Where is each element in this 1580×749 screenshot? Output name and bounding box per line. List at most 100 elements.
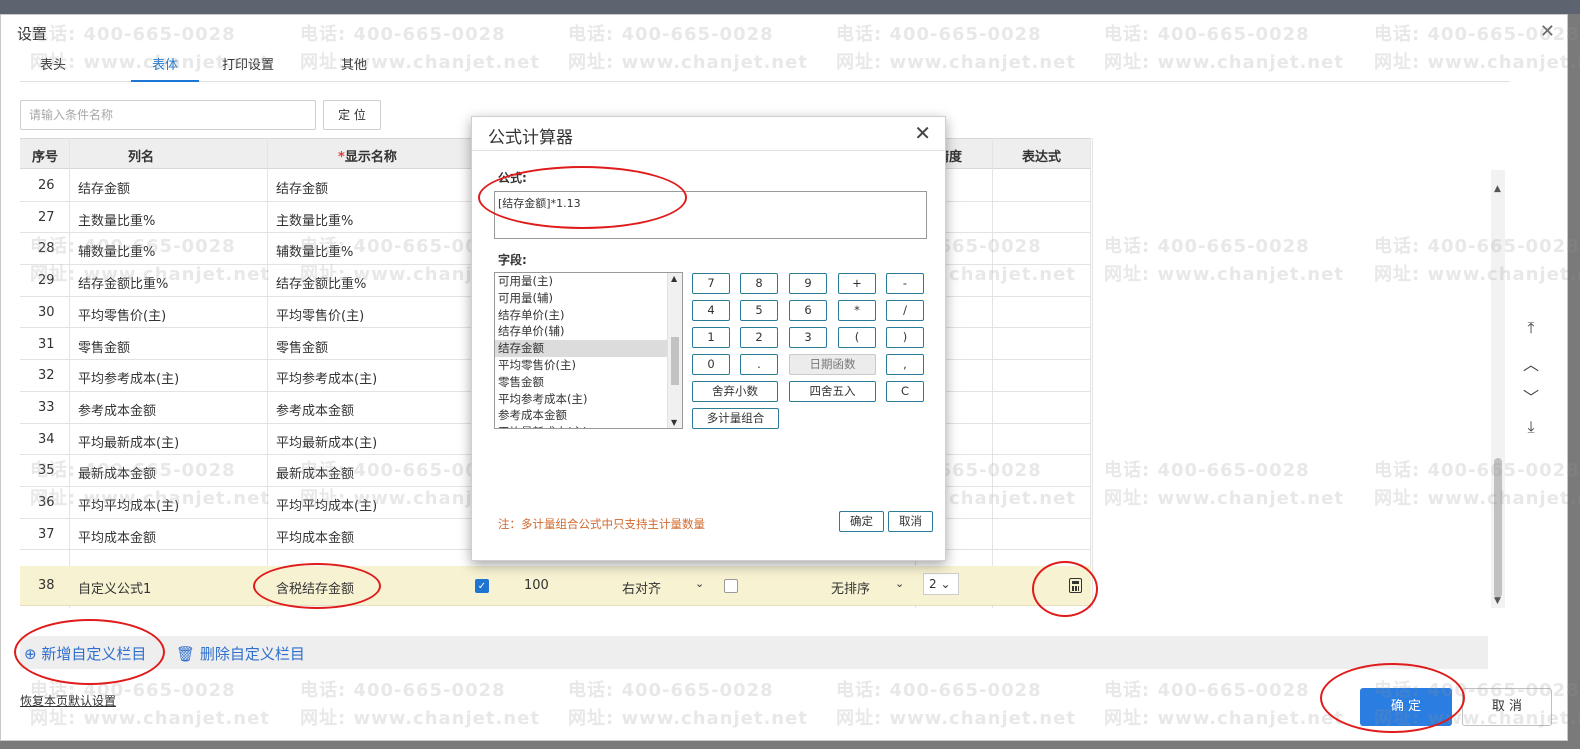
row-col-name: 结存金额比重% <box>78 277 169 293</box>
visible-checkbox[interactable]: ✓ <box>475 579 489 593</box>
header-display-name: 显示名称 <box>344 150 397 165</box>
row-display-name: 零售金额 <box>276 340 329 356</box>
row-display-name: 平均参考成本(主) <box>276 372 378 388</box>
chevron-down-icon: ⌄ <box>695 577 705 590</box>
field-list-item[interactable]: 结存金额 <box>495 340 667 357</box>
field-list-item[interactable]: 平均零售价(主) <box>495 357 667 374</box>
key-right-paren[interactable]: ) <box>886 327 924 348</box>
row-col-name: 平均最新成本(主) <box>78 435 180 451</box>
row-display-name: 辅数量比重% <box>276 245 354 261</box>
field-list-item[interactable]: 结存单价(主) <box>495 307 667 324</box>
restore-defaults-link[interactable]: 恢复本页默认设置 <box>20 692 116 709</box>
close-icon[interactable]: ✕ <box>1540 21 1555 42</box>
row-no: 38 <box>38 578 55 593</box>
ok-button[interactable]: 确 定 <box>1360 688 1452 726</box>
key-left-paren[interactable]: ( <box>838 327 876 348</box>
option-checkbox[interactable] <box>724 579 738 593</box>
header-no: 序号 <box>32 150 59 165</box>
field-list-item[interactable]: 平均参考成本(主) <box>495 391 667 408</box>
formula-note: 注：多计量组合公式中只支持主计量数量 <box>498 517 705 531</box>
listbox-scrollbar[interactable]: ▲ ▼ <box>667 273 682 428</box>
row-display-name: 平均最新成本(主) <box>276 435 378 451</box>
field-list-item[interactable]: 零售金额 <box>495 374 667 391</box>
add-custom-label: 新增自定义栏目 <box>41 645 147 663</box>
row-no: 29 <box>38 273 55 289</box>
formula-textarea[interactable]: [结存金额]*1.13 <box>494 191 927 239</box>
clear-button[interactable]: C <box>886 381 924 402</box>
fields-listbox[interactable]: 可用量(主) 可用量(辅) 结存单价(主) 结存单价(辅) 结存金额 平均零售价(主) 零售… <box>494 272 683 429</box>
move-up-icon[interactable]: ︿ <box>1516 351 1546 377</box>
grid-scrollbar[interactable]: ▲ ▼ <box>1491 170 1505 608</box>
delete-custom-column-button[interactable]: 🗑 删除自定义栏目 <box>176 643 305 664</box>
key-comma[interactable]: , <box>886 354 924 375</box>
truncate-decimal-button[interactable]: 舍弃小数 <box>692 381 778 402</box>
required-mark: * <box>338 150 345 165</box>
row-col-name: 主数量比重% <box>78 213 156 229</box>
key-4[interactable]: 4 <box>692 300 730 321</box>
key-minus[interactable]: - <box>886 273 924 294</box>
row-sort[interactable]: 无排序 <box>831 578 870 597</box>
row-no: 37 <box>38 526 55 542</box>
tab-other[interactable]: 其他 <box>341 54 367 73</box>
field-list-item[interactable]: 结存单价(辅) <box>495 323 667 340</box>
key-8[interactable]: 8 <box>740 273 778 294</box>
round-button[interactable]: 四舍五入 <box>789 381 876 402</box>
row-col-name: 平均成本金额 <box>78 530 157 546</box>
key-5[interactable]: 5 <box>740 300 778 321</box>
key-7[interactable]: 7 <box>692 273 730 294</box>
key-9[interactable]: 9 <box>789 273 827 294</box>
scroll-down-icon[interactable]: ▼ <box>671 418 677 427</box>
tab-print-settings[interactable]: 打印设置 <box>222 54 274 73</box>
precision-select[interactable]: 2 ⌄ <box>923 573 959 595</box>
row-align[interactable]: 右对齐 <box>622 578 661 597</box>
key-dot[interactable]: . <box>740 354 778 375</box>
fields-label: 字段: <box>498 253 527 267</box>
formula-ok-button[interactable]: 确定 <box>839 511 884 532</box>
row-col-name: 自定义公式1 <box>78 582 152 597</box>
formula-cancel-button[interactable]: 取消 <box>888 511 933 532</box>
move-top-icon[interactable]: ⤒ <box>1516 318 1546 344</box>
field-list-item[interactable]: 可用量(主) <box>495 273 667 290</box>
date-function-button[interactable]: 日期函数 <box>789 354 876 375</box>
row-no: 27 <box>38 209 55 225</box>
search-input[interactable] <box>20 100 316 130</box>
scroll-down-icon[interactable]: ▼ <box>1494 596 1501 606</box>
move-bottom-icon[interactable]: ⤓ <box>1516 417 1546 443</box>
multi-unit-combo-button[interactable]: 多计量组合 <box>692 408 779 429</box>
close-icon[interactable]: ✕ <box>914 121 931 145</box>
calculator-icon[interactable] <box>1069 578 1082 593</box>
add-custom-column-button[interactable]: ⊕ 新增自定义栏目 <box>24 643 146 664</box>
row-col-name: 平均零售价(主) <box>78 308 167 324</box>
field-list-item[interactable]: 平均最新成本(主) <box>495 424 667 428</box>
row-display-name[interactable]: 含税结存金额 <box>276 578 354 597</box>
key-6[interactable]: 6 <box>789 300 827 321</box>
key-1[interactable]: 1 <box>692 327 730 348</box>
key-plus[interactable]: + <box>838 273 876 294</box>
tab-body[interactable]: 表体 <box>131 54 199 82</box>
row-display-name: 最新成本金额 <box>276 467 355 483</box>
row-display-name: 参考成本金额 <box>276 403 355 419</box>
scroll-up-icon[interactable]: ▲ <box>671 274 677 283</box>
scrollbar-thumb[interactable] <box>1494 458 1502 598</box>
row-col-name: 最新成本金额 <box>78 467 157 483</box>
table-row-selected[interactable]: 38 自定义公式1 含税结存金额 ✓ 100 右对齐 ⌄ 无排序 ⌄ 2 ⌄ <box>20 566 1091 606</box>
cancel-button[interactable]: 取 消 <box>1462 688 1552 726</box>
field-list-item[interactable]: 参考成本金额 <box>495 407 667 424</box>
field-list-item[interactable]: 可用量(辅) <box>495 290 667 307</box>
tab-header[interactable]: 表头 <box>40 54 66 73</box>
row-width[interactable]: 100 <box>524 578 549 593</box>
row-no: 26 <box>38 178 55 193</box>
formula-dialog-title: 公式计算器 <box>488 128 573 148</box>
locate-button[interactable]: 定 位 <box>323 100 381 130</box>
key-divide[interactable]: / <box>886 300 924 321</box>
key-2[interactable]: 2 <box>740 327 778 348</box>
key-0[interactable]: 0 <box>692 354 730 375</box>
row-display-name: 主数量比重% <box>276 213 354 229</box>
move-down-icon[interactable]: ﹀ <box>1516 384 1546 410</box>
scroll-up-icon[interactable]: ▲ <box>1494 184 1501 194</box>
scrollbar-thumb[interactable] <box>671 337 679 385</box>
chevron-down-icon: ⌄ <box>895 577 905 590</box>
key-multiply[interactable]: * <box>838 300 876 321</box>
row-display-name: 平均成本金额 <box>276 530 355 546</box>
key-3[interactable]: 3 <box>789 327 827 348</box>
